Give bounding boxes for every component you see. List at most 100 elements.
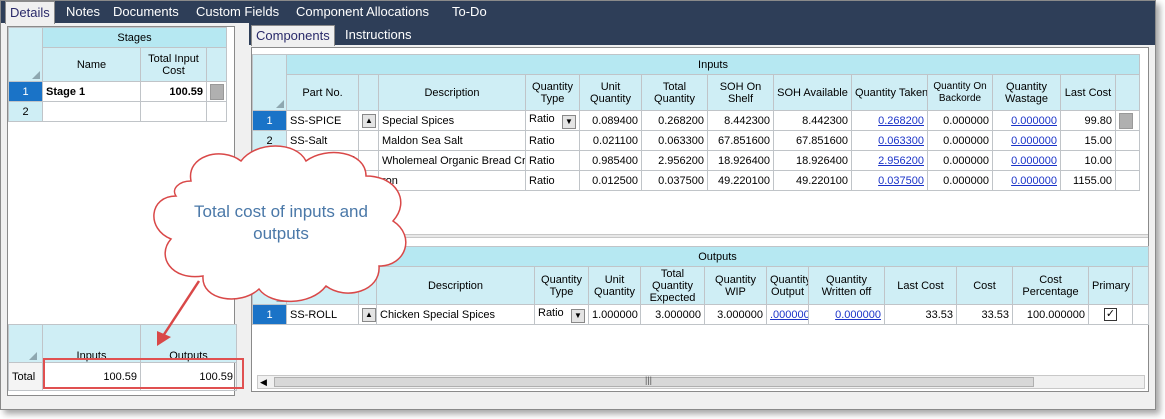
- quantity-type-value[interactable]: Ratio: [525, 150, 580, 171]
- grid-corner: [8, 27, 43, 82]
- total-quantity-cell[interactable]: 0.063300: [641, 130, 708, 151]
- soh-shelf-cell: 49.220100: [707, 170, 774, 191]
- scroll-left-icon[interactable]: ◀: [260, 376, 267, 388]
- quantity-type-value[interactable]: Ratio: [525, 170, 580, 191]
- col-total-quantity-expected[interactable]: Total Quantity Expected: [640, 266, 705, 305]
- description-cell[interactable]: Special Spices: [378, 110, 526, 131]
- total-quantity-cell[interactable]: 2.956200: [641, 150, 708, 171]
- col-quantity-taken[interactable]: Quantity Taken: [851, 74, 928, 111]
- quantity-taken-link[interactable]: 0.268200: [851, 110, 928, 131]
- col-quantity-wastage[interactable]: Quantity Wastage: [992, 74, 1061, 111]
- row-number[interactable]: 1: [252, 110, 287, 131]
- stages-band: Stages: [42, 27, 227, 48]
- soh-available-cell: 8.442300: [773, 110, 852, 131]
- col-description[interactable]: Description: [378, 74, 526, 111]
- last-cost-cell: 99.80: [1060, 110, 1116, 131]
- delete-icon[interactable]: [1119, 112, 1133, 129]
- primary-checkbox[interactable]: ✓: [1104, 308, 1117, 321]
- wastage-link[interactable]: 0.000000: [992, 110, 1061, 131]
- tab-to-do[interactable]: To-Do: [448, 1, 491, 23]
- quantity-written-off-link[interactable]: 0.000000: [808, 304, 885, 325]
- expand-arrow-icon[interactable]: ▲: [362, 113, 376, 128]
- col-quantity-type[interactable]: Quantity Type: [534, 266, 589, 305]
- quantity-taken-link[interactable]: 0.063300: [851, 130, 928, 151]
- wastage-link[interactable]: 0.000000: [992, 170, 1061, 191]
- tab-custom-fields[interactable]: Custom Fields: [192, 1, 283, 23]
- quantity-type-value[interactable]: Ratio: [525, 130, 580, 151]
- col-outputs[interactable]: Outputs: [140, 324, 237, 363]
- total-quantity-cell[interactable]: 0.268200: [641, 110, 708, 131]
- horizontal-scrollbar[interactable]: ◀ |||: [257, 375, 1145, 389]
- quantity-output-link[interactable]: .000000: [766, 304, 809, 325]
- backorder-cell: 0.000000: [927, 170, 993, 191]
- quantity-type-value: Ratio: [529, 112, 555, 125]
- col-cost-percentage[interactable]: Cost Percentage: [1012, 266, 1089, 305]
- col-quantity-wip[interactable]: Quantity WIP: [704, 266, 767, 305]
- col-total-quantity[interactable]: Total Quantity: [641, 74, 708, 111]
- stage-name-cell[interactable]: [42, 101, 141, 122]
- backorder-cell: 0.000000: [927, 130, 993, 151]
- unit-quantity-cell[interactable]: 0.012500: [579, 170, 642, 191]
- unit-quantity-cell[interactable]: 0.089400: [579, 110, 642, 131]
- highlight-box: [43, 358, 244, 389]
- col-unit-quantity[interactable]: Unit Quantity: [579, 74, 642, 111]
- col-quantity-type[interactable]: Quantity Type: [525, 74, 580, 111]
- col-inputs[interactable]: Inputs: [42, 324, 141, 363]
- tab-instructions[interactable]: Instructions: [341, 25, 415, 45]
- col-soh-on-shelf[interactable]: SOH On Shelf: [707, 74, 774, 111]
- grip-icon: |||: [645, 375, 653, 385]
- soh-available-cell: 67.851600: [773, 130, 852, 151]
- tab-component-allocations[interactable]: Component Allocations: [292, 1, 433, 23]
- col-total-input-cost[interactable]: Total Input Cost: [140, 47, 207, 82]
- quantity-taken-link[interactable]: 2.956200: [851, 150, 928, 171]
- col-quantity-written-off[interactable]: Quantity Written off: [808, 266, 885, 305]
- col-quantity-on-backorder[interactable]: Quantity On Backorde: [927, 74, 993, 111]
- scrollbar-thumb[interactable]: |||: [274, 375, 1034, 387]
- quantity-taken-link[interactable]: 0.037500: [851, 170, 928, 191]
- col-cost[interactable]: Cost: [956, 266, 1013, 305]
- last-cost-cell: 33.53: [884, 304, 957, 325]
- total-quantity-cell[interactable]: 0.037500: [641, 170, 708, 191]
- stage-name-cell[interactable]: Stage 1: [42, 81, 141, 102]
- col-quantity-output[interactable]: Quantity Output: [766, 266, 809, 305]
- unit-quantity-cell[interactable]: 1.000000: [588, 304, 641, 325]
- total-row-label: Total: [8, 362, 43, 391]
- row-number[interactable]: 1: [8, 81, 43, 102]
- tab-details[interactable]: Details: [5, 1, 55, 24]
- last-cost-cell: 1155.00: [1060, 170, 1116, 191]
- tab-components[interactable]: Components: [251, 25, 335, 46]
- col-primary[interactable]: Primary: [1088, 266, 1133, 305]
- col-last-cost[interactable]: Last Cost: [884, 266, 957, 305]
- sub-tab-bar: Components Instructions: [249, 23, 1155, 46]
- stage-cost-cell[interactable]: 100.59: [140, 81, 207, 102]
- unit-quantity-cell[interactable]: 0.985400: [579, 150, 642, 171]
- chevron-down-icon[interactable]: ▼: [571, 308, 585, 323]
- table-row[interactable]: 1 SS-SPICE ▲ Special Spices Ratio ▼ 0.089…: [252, 110, 1140, 131]
- stage-cost-cell[interactable]: [140, 101, 207, 122]
- total-quantity-expected-cell[interactable]: 3.000000: [640, 304, 705, 325]
- cost-percentage-cell[interactable]: 100.000000: [1012, 304, 1089, 325]
- row-number[interactable]: 2: [8, 101, 43, 122]
- chevron-down-icon[interactable]: ▼: [562, 114, 576, 129]
- unit-quantity-cell[interactable]: 0.021100: [579, 130, 642, 151]
- wastage-link[interactable]: 0.000000: [992, 130, 1061, 151]
- col-part-no[interactable]: Part No.: [286, 74, 359, 111]
- tab-documents[interactable]: Documents: [109, 1, 183, 23]
- app-window: Details Notes Documents Custom Fields Co…: [0, 0, 1156, 410]
- col-name[interactable]: Name: [42, 47, 141, 82]
- stages-grid: Stages Name Total Input Cost 1 Stage 1 1…: [8, 27, 227, 122]
- delete-icon[interactable]: [210, 83, 224, 100]
- soh-shelf-cell: 67.851600: [707, 130, 774, 151]
- callout-text: Total cost of inputs and outputs: [194, 202, 368, 243]
- soh-shelf-cell: 8.442300: [707, 110, 774, 131]
- last-cost-cell: 10.00: [1060, 150, 1116, 171]
- part-no-cell[interactable]: SS-SPICE: [286, 110, 359, 131]
- backorder-cell: 0.000000: [927, 110, 993, 131]
- col-soh-available[interactable]: SOH Available: [773, 74, 852, 111]
- inputs-band: Inputs: [286, 54, 1140, 75]
- col-last-cost[interactable]: Last Cost: [1060, 74, 1116, 111]
- wastage-link[interactable]: 0.000000: [992, 150, 1061, 171]
- soh-shelf-cell: 18.926400: [707, 150, 774, 171]
- tab-notes[interactable]: Notes: [62, 1, 104, 23]
- col-unit-quantity[interactable]: Unit Quantity: [588, 266, 641, 305]
